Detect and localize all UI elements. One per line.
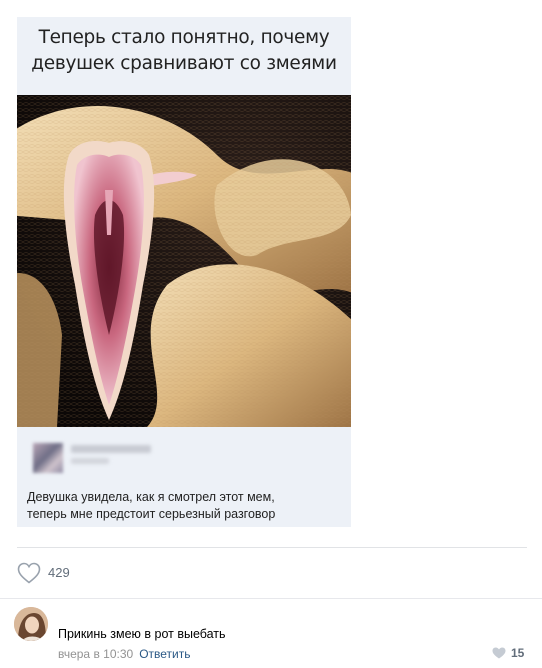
- meme-caption-line-1: Теперь стало понятно, почему: [38, 27, 330, 48]
- snake-illustration: [17, 95, 351, 427]
- comment-text: Прикинь змею в рот выебать: [58, 627, 226, 641]
- blurred-author-name: [71, 445, 151, 453]
- snake-photo: [17, 95, 351, 427]
- meme-image[interactable]: Теперь стало понятно, почему девушек сра…: [17, 17, 351, 527]
- meme-caption-line-2: девушек сравнивают со змеями: [31, 53, 337, 74]
- heart-icon[interactable]: [17, 562, 41, 584]
- quoted-post-line-1: Девушка увидела, как я смотрел этот мем,: [27, 490, 275, 504]
- avatar-image: [14, 607, 48, 641]
- comments-divider: [0, 598, 542, 599]
- blurred-avatar: [33, 443, 63, 473]
- quoted-post: Девушка увидела, как я смотрел этот мем,…: [17, 427, 351, 527]
- post-divider: [17, 547, 527, 548]
- like-count: 429: [48, 565, 70, 580]
- quoted-post-line-2: теперь мне предстоит серьезный разговор: [27, 507, 276, 521]
- comment-like-count: 15: [511, 646, 525, 660]
- meme-caption: Теперь стало понятно, почему девушек сра…: [17, 25, 351, 77]
- avatar[interactable]: [14, 607, 48, 641]
- comment-time[interactable]: вчера в 10:30: [58, 647, 133, 661]
- heart-icon[interactable]: [492, 647, 506, 659]
- quoted-post-text: Девушка увидела, как я смотрел этот мем,…: [27, 489, 347, 523]
- reply-button[interactable]: Ответить: [139, 647, 190, 661]
- comment-meta: вчера в 10:30 Ответить: [58, 647, 190, 661]
- blurred-author-meta: [71, 458, 109, 464]
